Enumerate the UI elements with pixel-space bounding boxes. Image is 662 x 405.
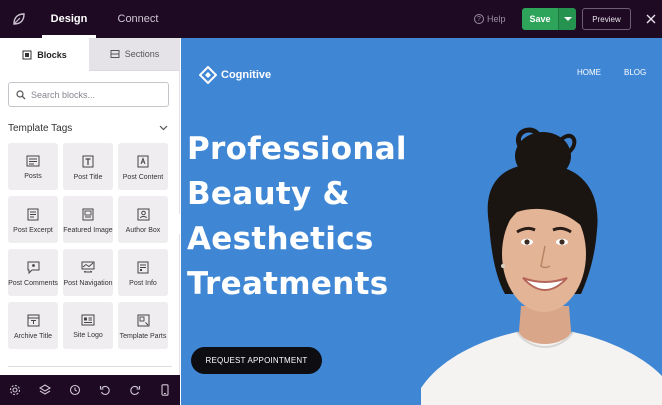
hero-headline-line: Treatments bbox=[187, 266, 389, 302]
chevron-down-icon bbox=[159, 125, 168, 131]
block-label: Post Navigation bbox=[63, 280, 113, 287]
hero-headline-line: Beauty & bbox=[187, 176, 350, 212]
brand-name: Cognitive bbox=[221, 69, 272, 81]
help-link[interactable]: ? Help bbox=[474, 0, 506, 38]
close-icon[interactable] bbox=[640, 8, 662, 30]
block-post-info[interactable]: Post Info bbox=[118, 249, 168, 296]
block-archive-title[interactable]: Archive Title bbox=[8, 302, 58, 349]
mobile-icon[interactable] bbox=[151, 375, 180, 405]
block-post-navigation[interactable]: Post Navigation bbox=[63, 249, 113, 296]
template-parts-icon bbox=[137, 314, 149, 327]
search-icon bbox=[16, 89, 26, 99]
post-comments-icon bbox=[27, 261, 39, 274]
settings-icon[interactable] bbox=[0, 375, 29, 405]
request-appointment-button[interactable]: REQUEST APPOINTMENT bbox=[191, 347, 322, 374]
post-content-icon bbox=[137, 155, 149, 168]
block-label: Site Logo bbox=[73, 332, 103, 339]
brand-logo[interactable]: Cognitive bbox=[199, 66, 271, 84]
block-label: Post Title bbox=[73, 174, 103, 181]
block-label: Posts bbox=[24, 173, 42, 180]
save-options-dropdown[interactable] bbox=[558, 8, 576, 30]
featured-image-icon bbox=[82, 208, 94, 221]
search-placeholder: Search blocks... bbox=[31, 89, 96, 100]
blocks-sidebar: Blocks Sections Search blocks... Templat… bbox=[0, 38, 180, 405]
author-box-icon bbox=[137, 208, 149, 221]
tab-sections-label: Sections bbox=[124, 49, 160, 59]
redo-icon[interactable] bbox=[121, 375, 150, 405]
page-preview-canvas[interactable]: Cognitive HOME BLOG Professional Beauty … bbox=[181, 38, 662, 405]
undo-icon[interactable] bbox=[91, 375, 120, 405]
search-blocks-input[interactable]: Search blocks... bbox=[8, 82, 169, 107]
block-label: Post Info bbox=[129, 280, 157, 287]
hero-headline-line: Aesthetics bbox=[187, 221, 374, 257]
tab-sections[interactable]: Sections bbox=[89, 38, 180, 71]
help-icon: ? bbox=[474, 14, 484, 24]
block-label: Template Parts bbox=[119, 333, 167, 340]
archive-title-icon bbox=[27, 314, 39, 327]
post-navigation-icon bbox=[81, 261, 95, 273]
sidebar-divider bbox=[8, 366, 172, 367]
block-post-comments[interactable]: Post Comments bbox=[8, 249, 58, 296]
top-toolbar: Design Connect ? Help Save Preview bbox=[0, 0, 662, 38]
post-title-icon bbox=[82, 155, 94, 168]
nav-blog-link[interactable]: BLOG bbox=[624, 68, 646, 77]
block-template-parts[interactable]: Template Parts bbox=[118, 302, 168, 349]
post-excerpt-icon bbox=[27, 208, 39, 221]
nav-home-link[interactable]: HOME bbox=[577, 68, 601, 77]
tab-design[interactable]: Design bbox=[42, 0, 96, 38]
block-posts[interactable]: Posts bbox=[8, 143, 58, 190]
seedprod-logo-icon[interactable] bbox=[0, 0, 38, 38]
save-button[interactable]: Save bbox=[522, 8, 558, 30]
block-label: Author Box bbox=[125, 227, 161, 234]
block-label: Featured Image bbox=[63, 227, 113, 234]
template-tags-header[interactable]: Template Tags bbox=[8, 121, 168, 135]
block-site-logo[interactable]: Site Logo bbox=[63, 302, 113, 349]
hero-portrait-image bbox=[421, 127, 662, 405]
diamond-logo-icon bbox=[199, 66, 217, 84]
block-author-box[interactable]: Author Box bbox=[118, 196, 168, 243]
block-label: Post Content bbox=[122, 174, 164, 181]
block-featured-image[interactable]: Featured Image bbox=[63, 196, 113, 243]
posts-icon bbox=[26, 155, 40, 167]
layers-icon[interactable] bbox=[30, 375, 59, 405]
tab-blocks[interactable]: Blocks bbox=[0, 38, 89, 71]
block-label: Archive Title bbox=[13, 333, 53, 340]
post-info-icon bbox=[137, 261, 149, 274]
section-title: Template Tags bbox=[8, 122, 73, 134]
tab-connect[interactable]: Connect bbox=[110, 0, 166, 38]
history-icon[interactable] bbox=[60, 375, 89, 405]
sidebar-bottom-toolbar bbox=[0, 375, 180, 405]
block-post-title[interactable]: Post Title bbox=[63, 143, 113, 190]
block-post-content[interactable]: Post Content bbox=[118, 143, 168, 190]
preview-button[interactable]: Preview bbox=[582, 8, 631, 30]
help-label: Help bbox=[487, 14, 506, 24]
block-post-excerpt[interactable]: Post Excerpt bbox=[8, 196, 58, 243]
tab-blocks-label: Blocks bbox=[37, 49, 67, 60]
hero-headline-line: Professional bbox=[187, 131, 407, 167]
block-label: Post Excerpt bbox=[13, 227, 53, 234]
block-label: Post Comments bbox=[8, 280, 58, 287]
site-logo-icon bbox=[81, 314, 95, 326]
sections-icon bbox=[110, 50, 120, 58]
blocks-icon bbox=[22, 50, 32, 59]
